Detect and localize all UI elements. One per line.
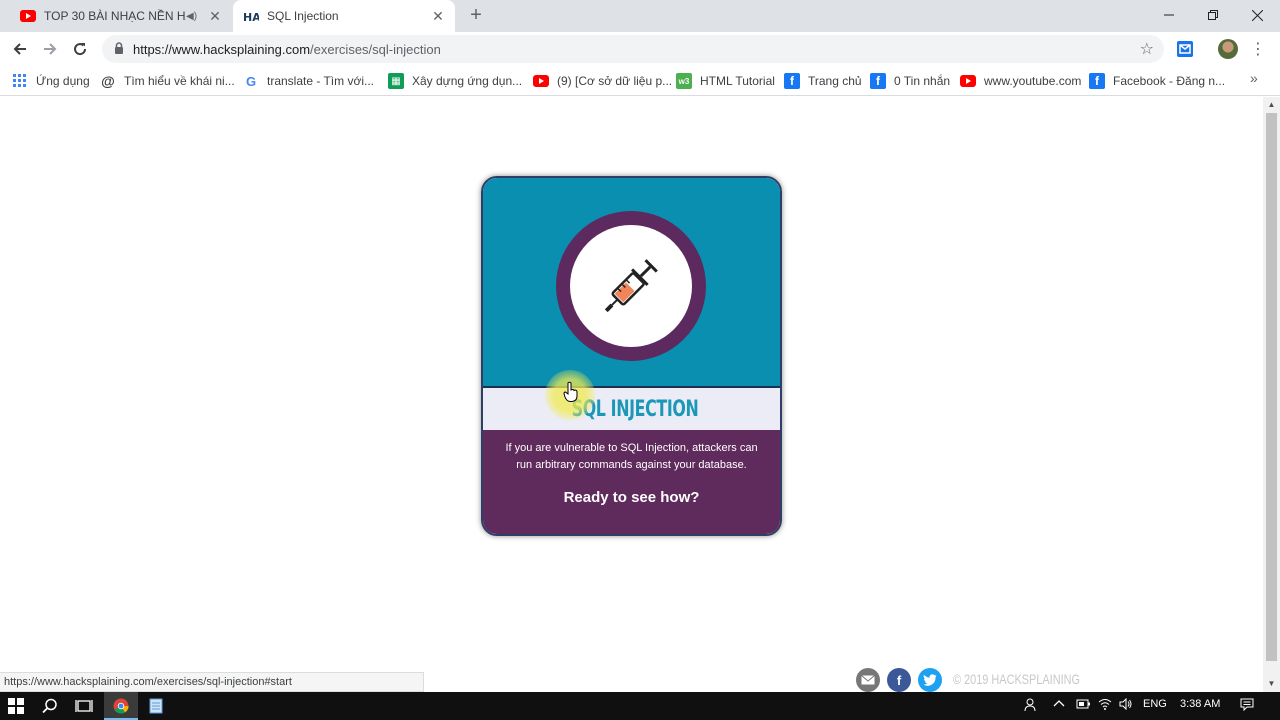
facebook-share-icon[interactable]: f <box>887 668 911 692</box>
twitter-share-icon[interactable] <box>918 668 942 692</box>
profile-avatar[interactable] <box>1218 39 1238 59</box>
bookmark-label: translate - Tìm với... <box>267 74 375 88</box>
chevron-up-icon[interactable] <box>1053 698 1065 711</box>
close-window-icon[interactable] <box>1234 0 1280 30</box>
icon-disc <box>570 225 692 347</box>
bookmarks-bar: Ứng dụng @ Tìm hiểu về khái ni... G tran… <box>0 66 1280 96</box>
facebook-icon: f <box>1089 73 1105 89</box>
icon-ring <box>556 211 706 361</box>
forward-arrow-icon[interactable] <box>38 37 62 61</box>
speaker-icon[interactable]: ◀) <box>186 11 200 22</box>
extension-icon[interactable] <box>1176 40 1194 58</box>
task-view-icon[interactable] <box>74 696 94 716</box>
search-icon[interactable] <box>40 696 60 716</box>
google-icon: G <box>245 73 257 89</box>
chevron-right-icon[interactable]: » <box>1250 70 1258 86</box>
sheets-icon: ▦ <box>388 73 404 89</box>
url-path: /exercises/sql-injection <box>310 42 441 57</box>
facebook-icon: f <box>784 73 800 89</box>
bookmark-label: HTML Tutorial <box>700 74 775 88</box>
facebook-icon: f <box>870 73 886 89</box>
bookmark-label: 0 Tin nhắn <box>894 74 951 88</box>
bookmark-label: Tìm hiểu về khái ni... <box>124 74 235 88</box>
back-arrow-icon[interactable] <box>8 37 32 61</box>
screen: TOP 30 BÀI NHẠC NỀN HAY ◀) ✕ HA SQL Inje… <box>0 0 1280 720</box>
card-body: If you are vulnerable to SQL Injection, … <box>483 430 780 534</box>
tab-sql-injection[interactable]: HA SQL Injection ✕ <box>233 0 455 32</box>
youtube-icon <box>533 73 549 89</box>
windows-start-icon[interactable] <box>6 696 26 716</box>
bookmark-label: (9) [Cơ sở dữ liệu p... <box>557 74 673 88</box>
tab-title: SQL Injection <box>267 9 339 23</box>
bookmark-item[interactable]: (9) [Cơ sở dữ liệu p... <box>533 71 672 91</box>
scroll-down-icon[interactable]: ▼ <box>1267 679 1276 688</box>
bookmark-item[interactable]: @ Tìm hiểu về khái ni... <box>100 71 235 91</box>
scroll-thumb[interactable] <box>1266 113 1277 661</box>
bookmark-label: Trang chủ <box>808 74 862 88</box>
address-bar[interactable]: https://www.hacksplaining.com/exercises/… <box>102 35 1164 63</box>
url-text: https://www.hacksplaining.com/exercises/… <box>133 42 441 57</box>
youtube-icon <box>960 73 976 89</box>
restore-icon[interactable] <box>1190 0 1236 30</box>
start-exercise-link[interactable]: Ready to see how? <box>483 489 780 506</box>
bookmark-label: www.youtube.com <box>984 74 1082 88</box>
close-tab-icon[interactable]: ✕ <box>429 8 447 25</box>
menu-dots-icon[interactable]: ⋮ <box>1250 39 1266 59</box>
youtube-icon <box>20 8 36 24</box>
hacksplaining-icon: HA <box>243 8 259 24</box>
copyright-text: © 2019 HACKSPLAINING <box>953 671 1081 687</box>
bookmark-label: Facebook - Đăng n... <box>1113 74 1226 88</box>
url-host: https://www.hacksplaining.com <box>133 42 311 57</box>
bookmark-item[interactable]: w3 HTML Tutorial <box>676 71 775 91</box>
card-description: If you are vulnerable to SQL Injection, … <box>505 442 758 471</box>
new-tab-button[interactable]: + <box>466 5 486 26</box>
bookmark-item[interactable]: G translate - Tìm với... <box>243 71 374 91</box>
card-title-band: SQL INJECTION <box>483 386 780 430</box>
bookmark-label: Xây dựng ứng dụn... <box>412 74 523 88</box>
tab-strip: TOP 30 BÀI NHẠC NỀN HAY ◀) ✕ HA SQL Inje… <box>0 0 1280 32</box>
syringe-icon <box>604 259 658 313</box>
bookmark-item[interactable]: ▦ Xây dựng ứng dụn... <box>388 71 522 91</box>
battery-icon[interactable] <box>1074 698 1090 713</box>
hand-cursor-icon <box>563 381 578 402</box>
lock-icon <box>115 42 123 54</box>
scroll-up-icon[interactable]: ▲ <box>1267 100 1276 109</box>
wifi-icon[interactable] <box>1098 698 1112 713</box>
bookmark-item[interactable]: www.youtube.com <box>960 71 1081 91</box>
bookmark-label: Ứng dụng <box>36 74 90 88</box>
bookmark-item[interactable]: f Facebook - Đăng n... <box>1089 71 1225 91</box>
email-icon[interactable] <box>856 668 880 692</box>
exercise-card[interactable]: SQL INJECTION If you are vulnerable to S… <box>481 176 782 536</box>
language-indicator[interactable]: ENG <box>1143 698 1167 710</box>
toolbar: https://www.hacksplaining.com/exercises/… <box>0 32 1280 66</box>
tab-title: TOP 30 BÀI NHẠC NỀN HAY <box>44 9 186 23</box>
chrome-icon[interactable] <box>111 696 131 716</box>
at-sign-icon: @ <box>101 73 115 89</box>
notifications-icon[interactable] <box>1240 698 1254 714</box>
bookmark-star-icon[interactable]: ☆ <box>1140 39 1154 59</box>
bookmark-apps[interactable]: Ứng dụng <box>12 71 90 91</box>
apps-grid-icon <box>12 73 28 89</box>
bookmark-item[interactable]: f 0 Tin nhắn <box>870 71 950 91</box>
bookmark-item[interactable]: f Trang chủ <box>784 71 862 91</box>
svg-text:HA: HA <box>243 11 259 23</box>
close-tab-icon[interactable]: ✕ <box>206 8 224 25</box>
clock[interactable]: 3:38 AM <box>1180 698 1220 710</box>
reload-icon[interactable] <box>68 37 92 61</box>
card-header <box>483 178 780 386</box>
vertical-scrollbar[interactable]: ▲ ▼ <box>1263 97 1280 692</box>
notepad-icon[interactable] <box>146 696 166 716</box>
people-icon[interactable] <box>1024 698 1038 715</box>
windows-taskbar: ENG 3:38 AM <box>0 692 1280 720</box>
volume-icon[interactable] <box>1119 697 1133 713</box>
minimize-icon[interactable] <box>1146 0 1192 30</box>
status-bar-url: https://www.hacksplaining.com/exercises/… <box>0 672 424 692</box>
w3schools-icon: w3 <box>676 73 692 89</box>
tab-youtube[interactable]: TOP 30 BÀI NHẠC NỀN HAY ◀) ✕ <box>8 0 232 32</box>
